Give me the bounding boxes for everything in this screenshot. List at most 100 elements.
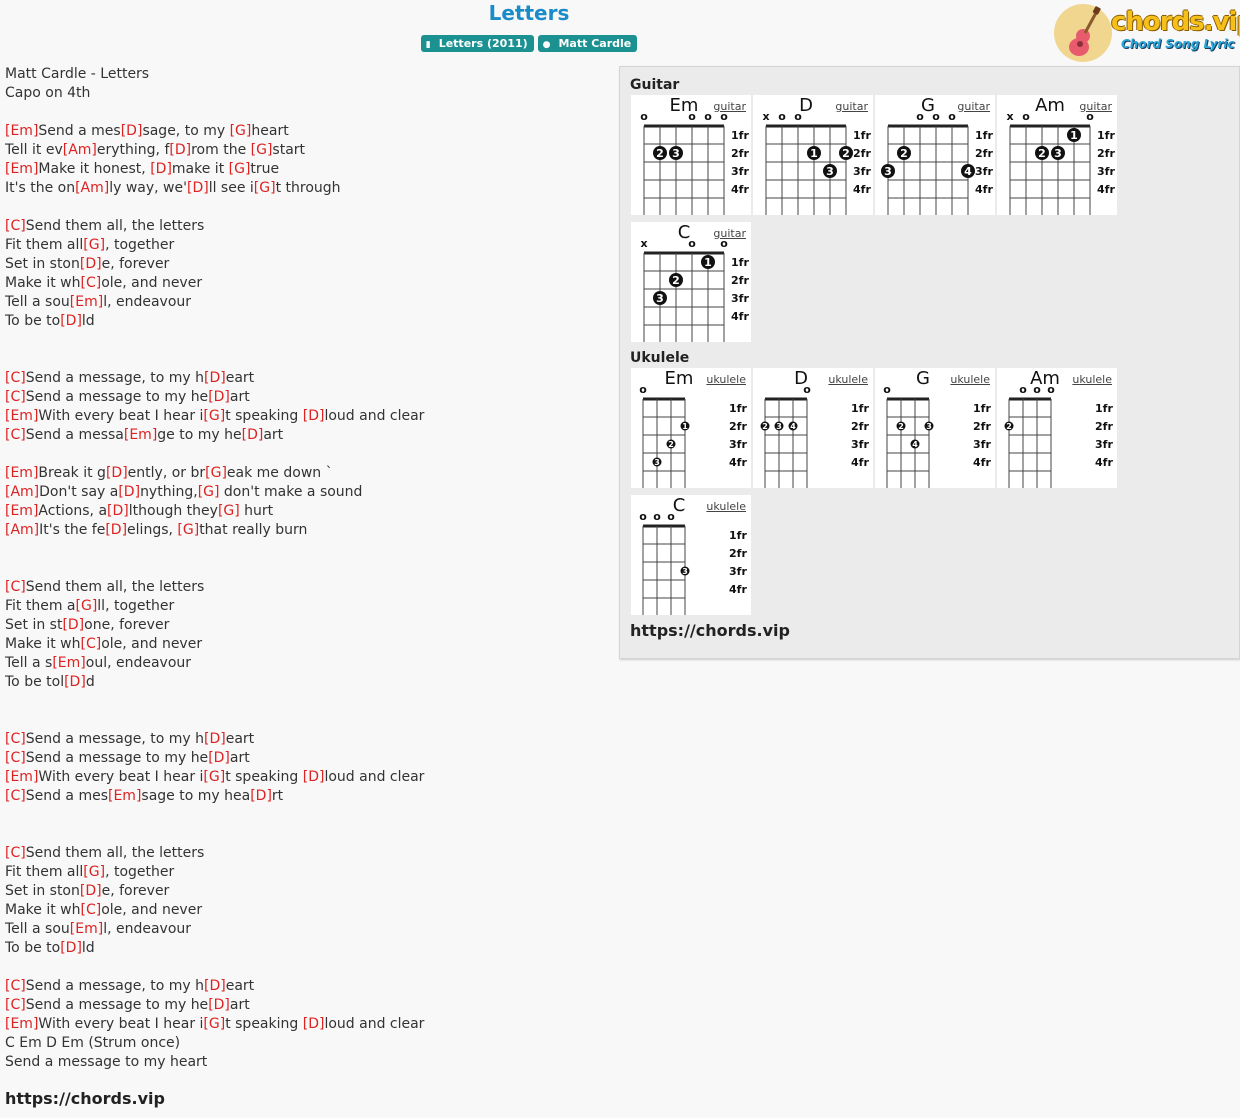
chord-link[interactable]: [G] (83, 864, 105, 880)
chord-link[interactable]: [Em] (5, 161, 38, 177)
chord-link[interactable]: [D] (80, 256, 102, 272)
chord-link[interactable]: [C] (5, 579, 26, 595)
chord-link[interactable]: [D] (107, 503, 129, 519)
chord-link[interactable]: [G] (83, 237, 105, 253)
lyrics-footer-url[interactable]: https://chords.vip (5, 1089, 165, 1108)
ukulele-chord-card-c[interactable]: o o o 1fr 2fr 3fr 4fr 3 Cukulele (631, 495, 751, 615)
chord-link[interactable]: [C] (5, 427, 26, 443)
chord-link[interactable]: [D] (208, 997, 230, 1013)
chord-link[interactable]: [D] (208, 389, 230, 405)
chord-link[interactable]: [C] (5, 750, 26, 766)
chord-link[interactable]: [D] (204, 978, 226, 994)
chord-link[interactable]: [D] (303, 1016, 325, 1032)
instrument-link[interactable]: ukulele (1072, 373, 1112, 386)
guitar-chord-card-g[interactable]: o o o 1fr 2fr 3fr 4fr 2 3 4 Gguitar (875, 95, 995, 215)
chord-link[interactable]: [C] (5, 389, 26, 405)
chord-link[interactable]: [C] (5, 370, 26, 386)
chord-link[interactable]: [G] (230, 123, 252, 139)
chord-link[interactable]: [G] (203, 769, 225, 785)
chord-link[interactable]: [D] (187, 180, 209, 196)
panel-footer-url[interactable]: https://chords.vip (630, 621, 790, 640)
chord-link[interactable]: [D] (242, 427, 264, 443)
lyric-line: [Am]Don't say a[D]nything,[G] don't make… (5, 483, 605, 502)
chord-link[interactable]: [D] (250, 788, 272, 804)
chord-link[interactable]: [D] (204, 370, 226, 386)
chord-link[interactable]: [D] (60, 940, 82, 956)
lyric-line: Fit them all[G], together (5, 236, 605, 255)
lyric-text: Send a message, to my h (25, 978, 205, 994)
chord-link[interactable]: [D] (150, 161, 172, 177)
chord-link[interactable]: [Am] (63, 142, 97, 158)
artist-tag[interactable]: ● Matt Cardle (537, 35, 638, 52)
chord-link[interactable]: [G] (177, 522, 199, 538)
fret-label: 1fr (973, 402, 991, 415)
chord-link[interactable]: [D] (169, 142, 191, 158)
chord-link[interactable]: [Em] (5, 769, 38, 785)
chord-link[interactable]: [D] (80, 883, 102, 899)
chord-link[interactable]: [Em] (5, 503, 38, 519)
instrument-link[interactable]: ukulele (828, 373, 868, 386)
guitar-chord-card-am[interactable]: x o o 1fr 2fr 3fr 4fr 1 2 3 Am guitar (997, 95, 1117, 215)
chord-name: Em (669, 95, 699, 116)
chord-link[interactable]: [C] (5, 845, 26, 861)
chord-link[interactable]: [C] (80, 902, 101, 918)
chord-link[interactable]: [Em] (70, 294, 103, 310)
chord-link[interactable]: [D] (106, 465, 128, 481)
chord-link[interactable]: [C] (5, 788, 26, 804)
chord-link[interactable]: [D] (303, 408, 325, 424)
chord-link[interactable]: [D] (118, 484, 140, 500)
guitar-chord-card-d[interactable]: x o o 1fr 2fr 3fr 4fr 1 2 3 Dguitar (753, 95, 873, 215)
chord-link[interactable]: [G] (229, 161, 251, 177)
instrument-link[interactable]: ukulele (706, 373, 746, 386)
album-tag[interactable]: ▮ Letters (2011) (420, 35, 534, 52)
chord-link[interactable]: [D] (62, 617, 84, 633)
instrument-link[interactable]: guitar (713, 100, 746, 113)
chord-link[interactable]: [D] (64, 674, 86, 690)
chord-link[interactable]: [G] (251, 142, 273, 158)
chord-link[interactable]: [D] (105, 522, 127, 538)
chord-link[interactable]: [G] (205, 465, 227, 481)
chord-link[interactable]: [C] (5, 218, 26, 234)
chord-link[interactable]: [D] (303, 769, 325, 785)
instrument-link[interactable]: guitar (835, 100, 868, 113)
chord-link[interactable]: [D] (208, 750, 230, 766)
guitar-chord-card-c[interactable]: x o o 1fr 2fr 3fr 4fr 1 2 3 Cguitar (631, 222, 751, 342)
ukulele-chord-card-em[interactable]: o 1fr 2fr 3fr 4fr 1 2 3 Em ukulele (631, 368, 751, 488)
chord-link[interactable]: [D] (121, 123, 143, 139)
instrument-link[interactable]: ukulele (950, 373, 990, 386)
chord-link[interactable]: [Em] (70, 921, 103, 937)
chord-link[interactable]: [G] (254, 180, 276, 196)
chord-diagrams-panel: Guitar Ukulele https://chords.vip o o o o 1f… (619, 66, 1240, 659)
chord-link[interactable]: [D] (60, 313, 82, 329)
chord-link[interactable]: [G] (198, 484, 220, 500)
chord-link[interactable]: [D] (204, 731, 226, 747)
chord-link[interactable]: [C] (5, 997, 26, 1013)
chord-link[interactable]: [G] (218, 503, 240, 519)
chord-link[interactable]: [Em] (5, 408, 38, 424)
chord-link[interactable]: [G] (203, 1016, 225, 1032)
chord-link[interactable]: [C] (80, 636, 101, 652)
instrument-link[interactable]: guitar (713, 227, 746, 240)
ukulele-chord-card-g[interactable]: o 1fr 2fr 3fr 4fr 2 3 4 Gukulele (875, 368, 995, 488)
site-logo[interactable]: chords.vip Chord Song Lyric (1053, 3, 1240, 63)
chord-link[interactable]: [Am] (5, 484, 39, 500)
chord-link[interactable]: [G] (76, 598, 98, 614)
chord-link[interactable]: [Em] (5, 123, 38, 139)
chord-link[interactable]: [G] (203, 408, 225, 424)
instrument-link[interactable]: ukulele (706, 500, 746, 513)
instrument-link[interactable]: guitar (957, 100, 990, 113)
chord-link[interactable]: [Em] (52, 655, 85, 671)
chord-link[interactable]: [C] (80, 275, 101, 291)
chord-link[interactable]: [C] (5, 978, 26, 994)
ukulele-chord-card-am[interactable]: o o o 1fr 2fr 3fr 4fr 2 Am ukulele (997, 368, 1117, 488)
chord-link[interactable]: [C] (5, 731, 26, 747)
chord-link[interactable]: [Am] (75, 180, 109, 196)
guitar-chord-card-em[interactable]: o o o o 1fr 2fr 3fr 4fr 2 3 Em guitar (631, 95, 751, 215)
chord-link[interactable]: [Em] (124, 427, 157, 443)
chord-link[interactable]: [Em] (108, 788, 141, 804)
chord-link[interactable]: [Em] (5, 1016, 38, 1032)
chord-link[interactable]: [Em] (5, 465, 38, 481)
chord-link[interactable]: [Am] (5, 522, 39, 538)
ukulele-chord-card-d[interactable]: o 1fr 2fr 3fr 4fr 2 3 4 Dukulele (753, 368, 873, 488)
instrument-link[interactable]: guitar (1079, 100, 1112, 113)
